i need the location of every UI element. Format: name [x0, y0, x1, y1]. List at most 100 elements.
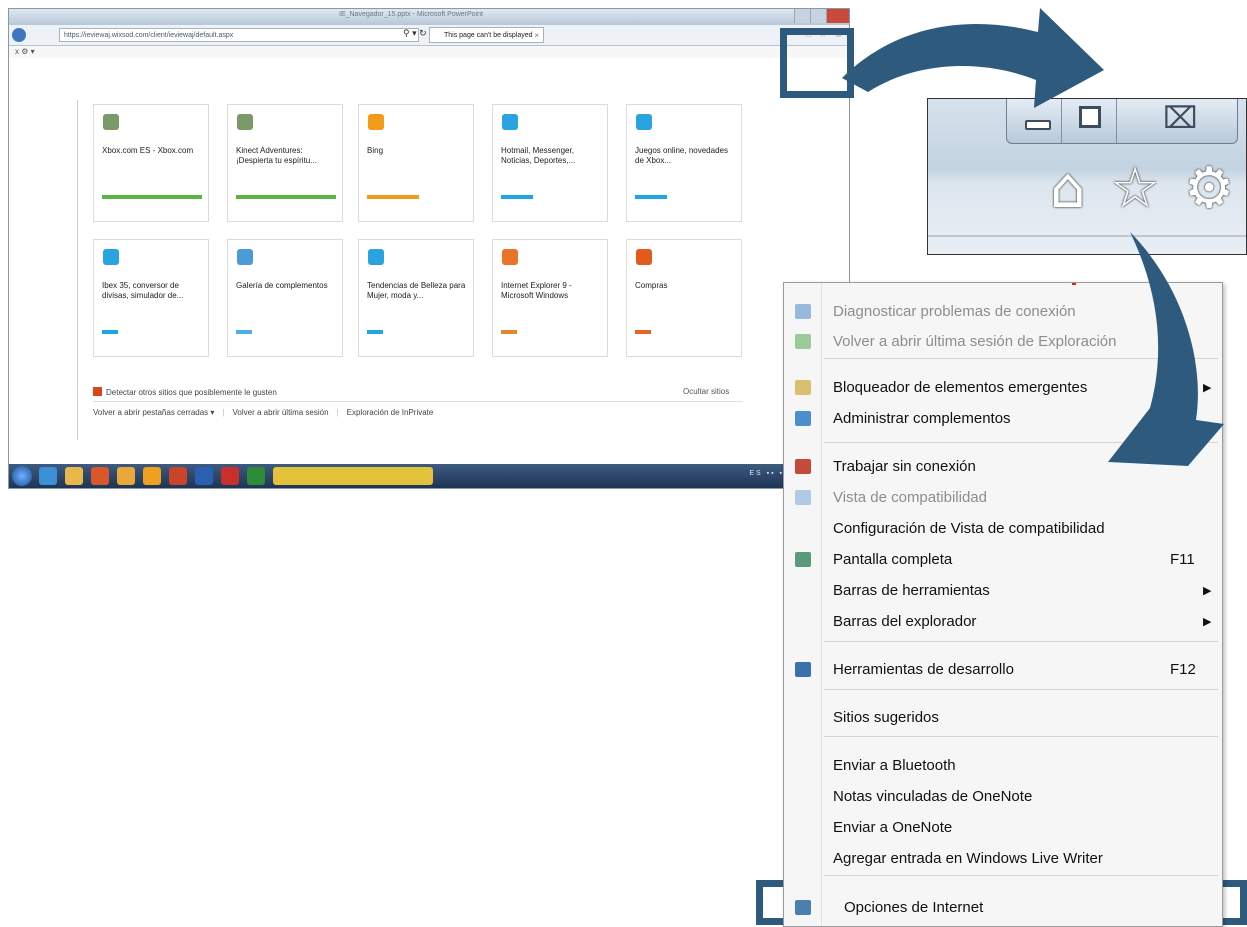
close-icon: ⌧ — [1163, 101, 1198, 136]
command-bar[interactable]: x ⚙ ▾ — [9, 46, 849, 58]
browser-window: IE_Navegador_15.pptx - Microsoft PowerPo… — [8, 8, 850, 489]
menu-item-label: Barras del explorador — [833, 613, 977, 630]
tab-close-icon[interactable]: × — [534, 28, 539, 44]
menu-item[interactable]: Enviar a Bluetooth — [784, 751, 1222, 781]
site-tile[interactable]: Bing — [358, 104, 474, 222]
taskbar-word-icon[interactable] — [195, 467, 213, 485]
menu-item[interactable]: Agregar entrada en Windows Live Writer — [784, 844, 1222, 874]
site-tile[interactable]: Galería de complementos — [227, 239, 343, 357]
address-bar-row: https://ieviewaj.wixsod.com/client/ievie… — [9, 25, 849, 46]
site-tile[interactable]: Xbox.com ES - Xbox.com — [93, 104, 209, 222]
msn-butterfly-icon — [636, 114, 652, 130]
menu-item[interactable]: Vista de compatibilidad — [784, 483, 1222, 513]
menu-item[interactable]: Trabajar sin conexión — [784, 452, 1222, 482]
zoom-minimize-button[interactable] — [1007, 99, 1061, 143]
menu-item[interactable]: Volver a abrir última sesión de Explorac… — [784, 327, 1222, 357]
arrow-to-zoom — [842, 8, 1104, 108]
menu-item[interactable]: Configuración de Vista de compatibilidad — [784, 514, 1222, 544]
menu-top-marker — [1072, 283, 1076, 285]
reopen-tabs-link[interactable]: Volver a abrir pestañas cerradas ▾ — [93, 408, 214, 417]
work-offline-icon — [795, 459, 811, 474]
menu-item-label: Notas vinculadas de OneNote — [833, 788, 1033, 805]
zoomed-window-controls: ⌧ ⌂ ☆ ⚙ — [927, 98, 1247, 255]
menu-item-shortcut: F11 — [1170, 551, 1195, 568]
submenu-arrow-icon: ▶ — [1203, 382, 1212, 394]
minimize-button[interactable] — [794, 9, 810, 23]
site-tile-title: Ibex 35, conversor de divisas, simulador… — [102, 281, 184, 300]
site-tile[interactable]: Ibex 35, conversor de divisas, simulador… — [93, 239, 209, 357]
menu-item[interactable]: Barras de herramientas ▶ — [784, 576, 1222, 606]
site-tile[interactable]: Compras — [626, 239, 742, 357]
site-tile-activity-bar — [501, 330, 517, 334]
addons-gallery-icon — [237, 249, 253, 265]
menu-item[interactable]: Herramientas de desarrollo F12 — [784, 655, 1222, 685]
site-tile-title: Tendencias de Belleza para Mujer, moda y… — [367, 281, 466, 300]
close-button[interactable] — [826, 9, 849, 23]
suggest-icon — [93, 387, 102, 396]
menu-separator — [824, 358, 1218, 359]
site-tile-activity-bar — [635, 330, 651, 334]
site-tile-activity-bar — [236, 195, 336, 199]
developer-tools-icon — [795, 662, 811, 677]
site-tile-title: Internet Explorer 9 - Microsoft Windows — [501, 281, 572, 300]
msn-butterfly-icon — [502, 114, 518, 130]
internet-options-icon — [795, 900, 811, 915]
shopping-icon — [636, 249, 652, 265]
taskbar-app-icon[interactable] — [143, 467, 161, 485]
menu-item[interactable]: Sitios sugeridos — [784, 703, 1222, 733]
new-tab-page: Xbox.com ES - Xbox.com Kinect Adventures:… — [9, 58, 849, 464]
zoom-close-button[interactable]: ⌧ — [1116, 99, 1237, 143]
menu-item[interactable]: Barras del explorador ▶ — [784, 607, 1222, 637]
start-button[interactable] — [12, 466, 32, 486]
menu-item[interactable]: Administrar complementos — [784, 404, 1222, 434]
reopen-session-link[interactable]: Volver a abrir última sesión — [233, 408, 329, 417]
site-tile-activity-bar — [501, 195, 533, 199]
hide-sites-link[interactable]: Ocultar sitios — [683, 387, 729, 396]
diagnose-connection-icon — [795, 304, 811, 319]
site-tile-title: Compras — [635, 281, 668, 290]
maximize-button[interactable] — [810, 9, 826, 23]
tools-gear-icon[interactable]: ⚙ — [1184, 161, 1234, 217]
taskbar-powerpoint-icon[interactable] — [169, 467, 187, 485]
menu-separator — [824, 736, 1218, 737]
menu-item-label: Opciones de Internet — [844, 899, 984, 916]
menu-item-label: Bloqueador de elementos emergentes — [833, 379, 1088, 396]
address-bar[interactable]: https://ieviewaj.wixsod.com/client/ievie… — [59, 28, 419, 42]
back-button[interactable] — [12, 28, 26, 42]
taskbar-chrome-icon[interactable] — [117, 467, 135, 485]
taskbar-explorer-icon[interactable] — [65, 467, 83, 485]
menu-item[interactable]: Pantalla completa F11 — [784, 545, 1222, 575]
menu-item[interactable]: Enviar a OneNote — [784, 813, 1222, 843]
site-tile[interactable]: Kinect Adventures: ¡Despierta tu espírit… — [227, 104, 343, 222]
taskbar-media-icon[interactable] — [91, 467, 109, 485]
suggest-sites-link[interactable]: Detectar otros sitios que posiblemente l… — [93, 387, 277, 397]
search-refresh-buttons[interactable]: ⚲ ▾ ↻ — [403, 28, 427, 39]
menu-item[interactable]: Notas vinculadas de OneNote — [784, 782, 1222, 812]
favorites-star-icon[interactable]: ☆ — [1110, 161, 1160, 217]
menu-item[interactable]: Diagnosticar problemas de conexión — [784, 297, 1222, 327]
site-tile[interactable]: Internet Explorer 9 - Microsoft Windows — [492, 239, 608, 357]
xbox-icon — [237, 114, 253, 130]
taskbar-acrobat-icon[interactable] — [221, 467, 239, 485]
site-tile-title: Juegos online, novedades de Xbox... — [635, 146, 728, 165]
site-tile-title: Galería de complementos — [236, 281, 328, 290]
taskbar-excel-icon[interactable] — [247, 467, 265, 485]
site-tile-title: Bing — [367, 146, 384, 155]
inprivate-link[interactable]: Exploración de InPrivate — [347, 408, 434, 417]
zoom-window-buttons: ⌧ — [1006, 99, 1238, 144]
tab-current[interactable]: This page can't be displayed × — [429, 27, 544, 43]
menu-item-label: Vista de compatibilidad — [833, 489, 987, 506]
home-icon[interactable]: ⌂ — [1050, 161, 1086, 217]
menu-item-label: Pantalla completa — [833, 551, 953, 568]
zoom-maximize-button[interactable] — [1061, 99, 1116, 143]
taskbar-active-window[interactable] — [273, 467, 433, 485]
taskbar-ie-icon[interactable] — [39, 467, 57, 485]
manage-addons-icon — [795, 411, 811, 426]
site-tile[interactable]: Tendencias de Belleza para Mujer, moda y… — [358, 239, 474, 357]
window-controls — [794, 9, 849, 23]
menu-item[interactable]: Opciones de Internet — [784, 893, 1222, 923]
menu-item-label: Enviar a OneNote — [833, 819, 953, 836]
site-tile[interactable]: Juegos online, novedades de Xbox... — [626, 104, 742, 222]
menu-item[interactable]: Bloqueador de elementos emergentes ▶ — [784, 373, 1222, 403]
site-tile[interactable]: Hotmail, Messenger, Noticias, Deportes,.… — [492, 104, 608, 222]
